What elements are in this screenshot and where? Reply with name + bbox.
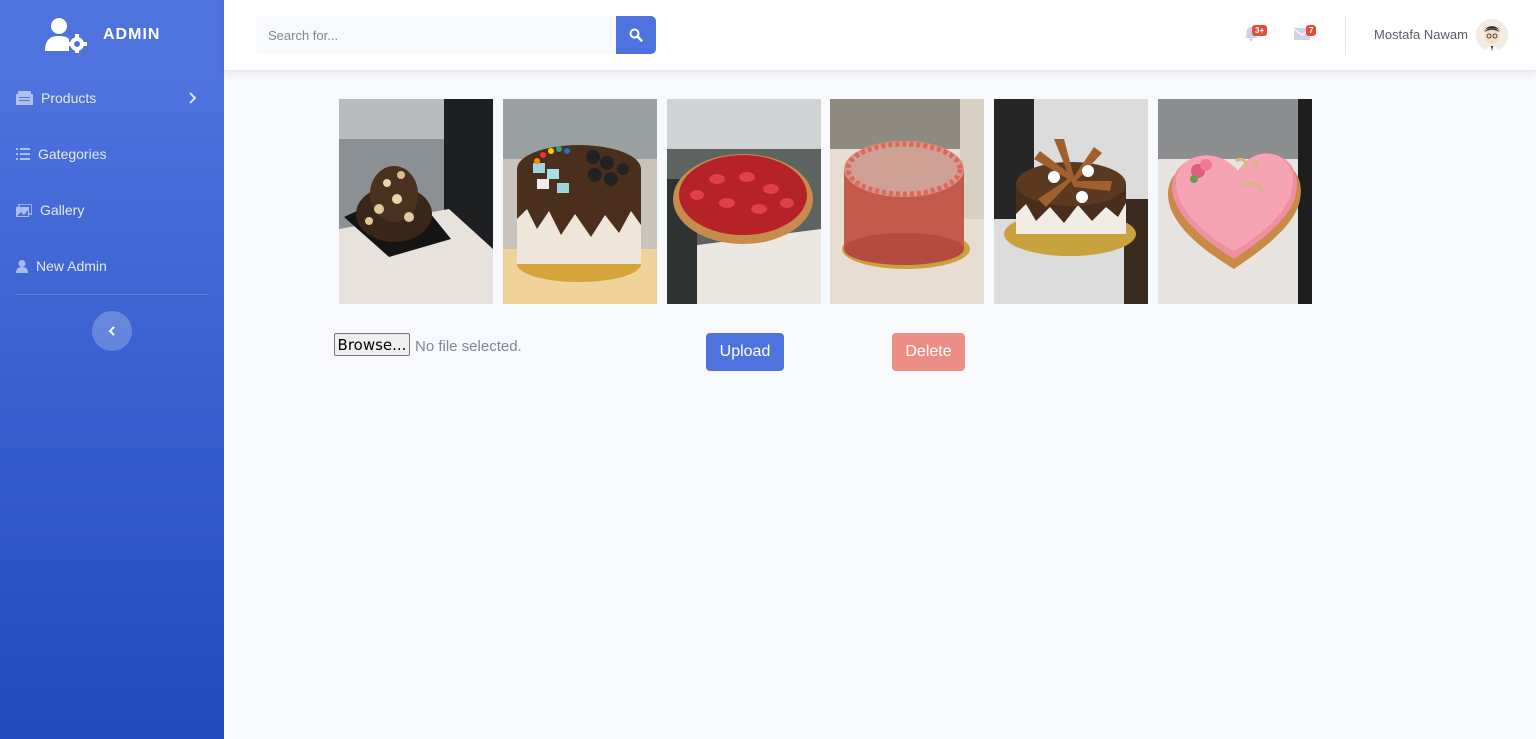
messages-badge: 7 <box>1306 25 1317 36</box>
gallery-photo <box>1158 99 1312 304</box>
gallery-image[interactable] <box>830 99 984 304</box>
gallery-image[interactable] <box>503 99 657 304</box>
gallery-image[interactable] <box>339 99 493 304</box>
sidebar-item-products[interactable]: Products <box>0 70 224 126</box>
user-name[interactable]: Mostafa Nawam <box>1374 27 1468 42</box>
images-icon <box>16 203 32 217</box>
file-status: No file selected. <box>415 338 522 355</box>
gallery-image[interactable] <box>667 99 821 304</box>
sidebar-item-gallery[interactable]: Gallery <box>0 182 224 238</box>
sidebar: ADMIN Products Gategories Gallery New Ad… <box>0 0 224 739</box>
box-icon <box>16 91 33 105</box>
chevron-right-icon <box>189 92 196 104</box>
sidebar-item-label: Products <box>41 90 97 106</box>
user-icon <box>16 259 28 273</box>
sidebar-item-categories[interactable]: Gategories <box>0 126 224 182</box>
sidebar-item-label: Gallery <box>40 202 85 218</box>
avatar-image <box>1476 19 1508 51</box>
search-button[interactable] <box>616 16 656 54</box>
list-icon <box>16 148 30 160</box>
users-cog-icon <box>45 18 87 53</box>
gallery-photo <box>830 99 984 304</box>
search-icon <box>629 28 643 42</box>
chevron-left-icon <box>108 326 115 336</box>
gallery-photo <box>667 99 821 304</box>
delete-button[interactable]: Delete <box>892 333 965 371</box>
topbar-divider <box>1345 16 1346 54</box>
topbar: 3+ 7 Mostafa Nawam <box>224 0 1536 70</box>
sidebar-item-new-admin[interactable]: New Admin <box>0 238 224 294</box>
sidebar-toggle-button[interactable] <box>92 311 132 351</box>
messages-dropdown[interactable]: 7 <box>1292 20 1320 48</box>
gallery-photo <box>339 99 493 304</box>
alerts-dropdown[interactable]: 3+ <box>1242 20 1270 48</box>
brand-title: ADMIN <box>103 26 161 43</box>
upload-button[interactable]: Upload <box>706 333 784 371</box>
gallery-photo <box>994 99 1148 304</box>
gallery-image[interactable] <box>1158 99 1312 304</box>
sidebar-item-label: Gategories <box>38 146 107 162</box>
sidebar-item-label: New Admin <box>36 258 107 274</box>
sidebar-divider <box>16 294 208 295</box>
search-input[interactable] <box>256 16 616 54</box>
gallery-photo <box>503 99 657 304</box>
alerts-badge: 3+ <box>1252 25 1268 36</box>
gallery-image[interactable] <box>994 99 1148 304</box>
brand[interactable]: ADMIN <box>0 0 224 70</box>
avatar[interactable] <box>1476 19 1508 51</box>
browse-button[interactable]: Browse... <box>334 333 410 356</box>
